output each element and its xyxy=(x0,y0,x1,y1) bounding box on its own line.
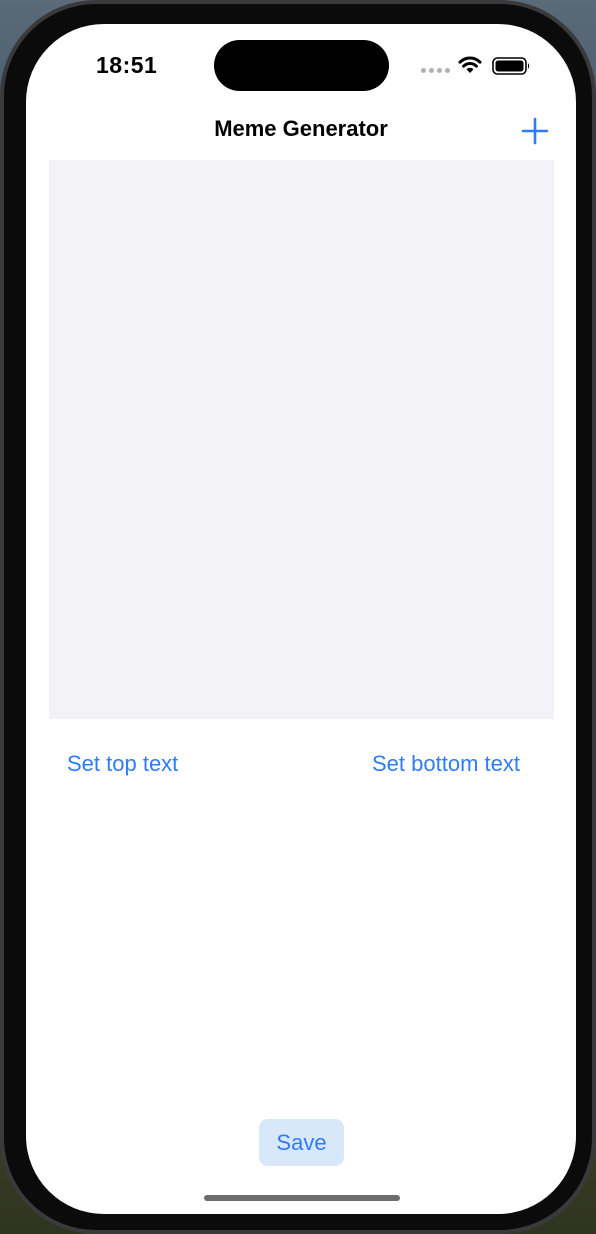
page-title: Meme Generator xyxy=(214,116,388,141)
battery-icon xyxy=(492,57,530,75)
app-screen: 18:51 Meme Generator Set top text Set bo… xyxy=(26,24,576,1214)
set-bottom-text-button[interactable]: Set bottom text xyxy=(372,751,520,777)
device-frame: 18:51 Meme Generator Set top text Set bo… xyxy=(0,0,596,1234)
cellular-signal-icon xyxy=(421,68,450,73)
dynamic-island xyxy=(214,40,389,91)
meme-image-area[interactable] xyxy=(49,160,554,719)
plus-icon xyxy=(521,117,549,145)
set-top-text-button[interactable]: Set top text xyxy=(67,751,178,777)
home-indicator xyxy=(204,1195,400,1201)
status-time: 18:51 xyxy=(96,52,158,78)
save-button[interactable]: Save xyxy=(259,1119,344,1166)
wifi-icon xyxy=(458,56,482,73)
add-button[interactable] xyxy=(520,116,550,146)
